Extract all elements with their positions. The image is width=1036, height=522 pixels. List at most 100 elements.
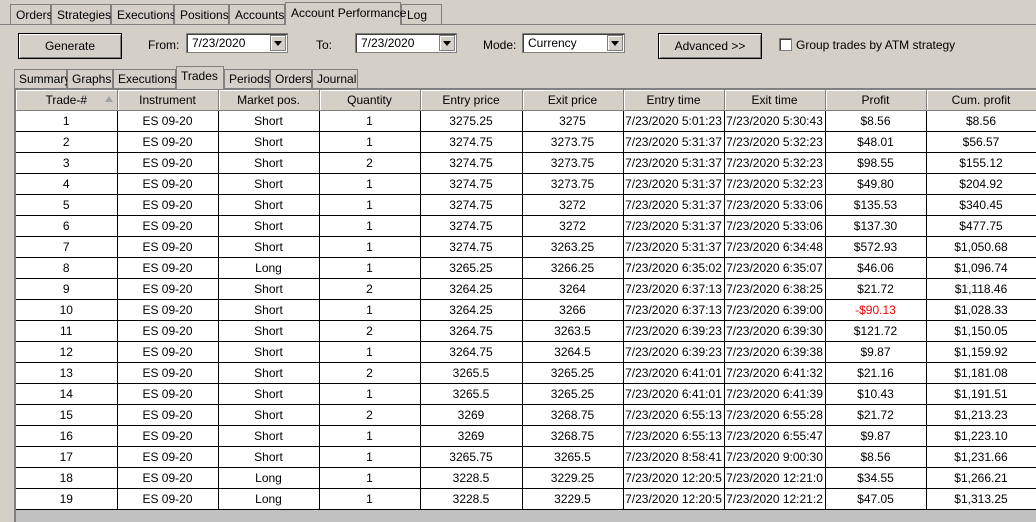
col-header-market-pos[interactable]: Market pos.: [218, 90, 320, 111]
table-row[interactable]: 3 ES 09-20 Short 2 3274.75 3273.75 7/23/2020 5…: [16, 152, 1036, 174]
table-header-row: Trade-# Instrument Market pos. Quantity …: [16, 90, 1036, 111]
cell-quantity: 1: [319, 236, 421, 258]
from-date-picker[interactable]: 7/23/2020: [186, 33, 288, 53]
toolbar: Generate From: 7/23/2020 To: 7/23/2020 M…: [0, 25, 1036, 67]
chevron-down-icon[interactable]: [270, 35, 286, 51]
table-row[interactable]: 8 ES 09-20 Long 1 3265.25 3266.25 7/23/2020 6:…: [16, 257, 1036, 279]
cell-trade-number: 16: [16, 425, 118, 447]
col-header-exit-price[interactable]: Exit price: [522, 90, 624, 111]
tab-label: Periods: [229, 72, 270, 86]
col-header-exit-time[interactable]: Exit time: [724, 90, 826, 111]
table-row[interactable]: 6 ES 09-20 Short 1 3274.75 3272 7/23/2020 5:31…: [16, 215, 1036, 237]
cell-exit-price: 3263.5: [522, 320, 624, 342]
cell-exit-price: 3273.75: [522, 173, 624, 195]
tab-executions[interactable]: Executions: [111, 4, 176, 24]
table-row[interactable]: 10 ES 09-20 Short 1 3264.25 3266 7/23/2020 6:3…: [16, 299, 1036, 321]
tab-label: Summary: [19, 72, 71, 86]
table-row[interactable]: 9 ES 09-20 Short 2 3264.25 3264 7/23/2020 6:37…: [16, 278, 1036, 300]
col-header-quantity[interactable]: Quantity: [319, 90, 421, 111]
cell-market-pos: Short: [218, 215, 320, 237]
trades-grid[interactable]: Trade-# Instrument Market pos. Quantity …: [14, 88, 1036, 522]
cell-trade-number: 15: [16, 404, 118, 426]
cell-quantity: 1: [319, 299, 421, 321]
table-row[interactable]: 19 ES 09-20 Long 1 3228.5 3229.5 7/23/2020 12:…: [16, 488, 1036, 510]
tab-strategies[interactable]: Strategies: [51, 4, 111, 24]
cell-entry-time: 7/23/2020 5:31:37: [623, 194, 725, 216]
col-header-cum-profit[interactable]: Cum. profit: [926, 90, 1036, 111]
cell-market-pos: Short: [218, 152, 320, 174]
cell-market-pos: Short: [218, 236, 320, 258]
col-header-entry-price[interactable]: Entry price: [420, 90, 523, 111]
cell-cum-profit: $1,231.66: [926, 446, 1036, 468]
cell-quantity: 1: [319, 425, 421, 447]
cell-entry-time: 7/23/2020 6:39:23: [623, 341, 725, 363]
from-date-value: 7/23/2020: [192, 36, 246, 50]
table-row[interactable]: 5 ES 09-20 Short 1 3274.75 3272 7/23/2020 5:31…: [16, 194, 1036, 216]
cell-entry-time: 7/23/2020 5:01:23: [623, 110, 725, 132]
cell-exit-time: 7/23/2020 6:38:25: [724, 278, 826, 300]
cell-entry-price: 3274.75: [420, 131, 523, 153]
cell-exit-price: 3268.75: [522, 404, 624, 426]
subtab-summary[interactable]: Summary: [14, 69, 71, 88]
table-row[interactable]: 7 ES 09-20 Short 1 3274.75 3263.25 7/23/2020 5…: [16, 236, 1036, 258]
subtab-trades[interactable]: Trades: [176, 66, 224, 89]
table-row[interactable]: 13 ES 09-20 Short 2 3265.5 3265.25 7/23/2020 6…: [16, 362, 1036, 384]
cell-market-pos: Short: [218, 362, 320, 384]
cell-instrument: ES 09-20: [117, 236, 219, 258]
tab-log[interactable]: Log: [401, 4, 442, 24]
group-by-atm-checkbox[interactable]: [779, 38, 792, 51]
table-row[interactable]: 4 ES 09-20 Short 1 3274.75 3273.75 7/23/2020 5…: [16, 173, 1036, 195]
cell-quantity: 1: [319, 383, 421, 405]
subtab-graphs[interactable]: Graphs: [67, 69, 113, 88]
generate-button[interactable]: Generate: [18, 33, 122, 59]
cell-trade-number: 13: [16, 362, 118, 384]
tab-orders[interactable]: Orders: [10, 4, 53, 24]
subtab-executions[interactable]: Executions: [113, 69, 177, 88]
cell-trade-number: 4: [16, 173, 118, 195]
cell-exit-time: 7/23/2020 5:32:23: [724, 152, 826, 174]
table-row[interactable]: 1 ES 09-20 Short 1 3275.25 3275 7/23/2020 5:01…: [16, 110, 1036, 132]
tab-account-performance[interactable]: Account Performance: [285, 2, 406, 25]
subtab-orders[interactable]: Orders: [270, 69, 312, 88]
to-date-picker[interactable]: 7/23/2020: [355, 33, 457, 53]
cell-instrument: ES 09-20: [117, 257, 219, 279]
col-header-profit[interactable]: Profit: [825, 90, 927, 111]
cell-cum-profit: $1,191.51: [926, 383, 1036, 405]
table-row[interactable]: 14 ES 09-20 Short 1 3265.5 3265.25 7/23/2020 6…: [16, 383, 1036, 405]
to-label: To:: [316, 38, 333, 52]
cell-trade-number: 3: [16, 152, 118, 174]
cell-entry-time: 7/23/2020 6:37:13: [623, 278, 725, 300]
col-header-trade-number[interactable]: Trade-#: [16, 90, 118, 111]
mode-select[interactable]: Currency: [522, 33, 625, 53]
cell-market-pos: Long: [218, 488, 320, 510]
table-row[interactable]: 18 ES 09-20 Long 1 3228.5 3229.25 7/23/2020 12…: [16, 467, 1036, 489]
subtab-journal[interactable]: Journal: [312, 69, 358, 88]
table-row[interactable]: 11 ES 09-20 Short 2 3264.75 3263.5 7/23/2020 6…: [16, 320, 1036, 342]
cell-quantity: 2: [319, 404, 421, 426]
tab-positions[interactable]: Positions: [174, 4, 229, 24]
advanced-button[interactable]: Advanced >>: [658, 33, 762, 59]
tab-label: Strategies: [57, 8, 112, 22]
cell-exit-price: 3263.25: [522, 236, 624, 258]
table-row[interactable]: 2 ES 09-20 Short 1 3274.75 3273.75 7/23/2020 5…: [16, 131, 1036, 153]
cell-instrument: ES 09-20: [117, 320, 219, 342]
tab-label: Journal: [317, 72, 357, 86]
table-row[interactable]: 12 ES 09-20 Short 1 3264.75 3264.5 7/23/2020 6…: [16, 341, 1036, 363]
tab-accounts[interactable]: Accounts: [229, 4, 285, 24]
cell-exit-time: 7/23/2020 5:33:06: [724, 215, 826, 237]
cell-trade-number: 12: [16, 341, 118, 363]
chevron-down-icon[interactable]: [607, 35, 623, 51]
table-row[interactable]: 17 ES 09-20 Short 1 3265.75 3265.5 7/23/2020 8…: [16, 446, 1036, 468]
table-row[interactable]: 16 ES 09-20 Short 1 3269 3268.75 7/23/2020 6:5…: [16, 425, 1036, 447]
cell-trade-number: 2: [16, 131, 118, 153]
col-header-entry-time[interactable]: Entry time: [623, 90, 725, 111]
cell-instrument: ES 09-20: [117, 173, 219, 195]
subtab-periods[interactable]: Periods: [224, 69, 270, 88]
chevron-down-icon[interactable]: [439, 35, 455, 51]
table-row[interactable]: 15 ES 09-20 Short 2 3269 3268.75 7/23/2020 6:5…: [16, 404, 1036, 426]
cell-exit-price: 3266: [522, 299, 624, 321]
cell-instrument: ES 09-20: [117, 152, 219, 174]
col-header-instrument[interactable]: Instrument: [117, 90, 219, 111]
cell-trade-number: 14: [16, 383, 118, 405]
cell-quantity: 1: [319, 173, 421, 195]
